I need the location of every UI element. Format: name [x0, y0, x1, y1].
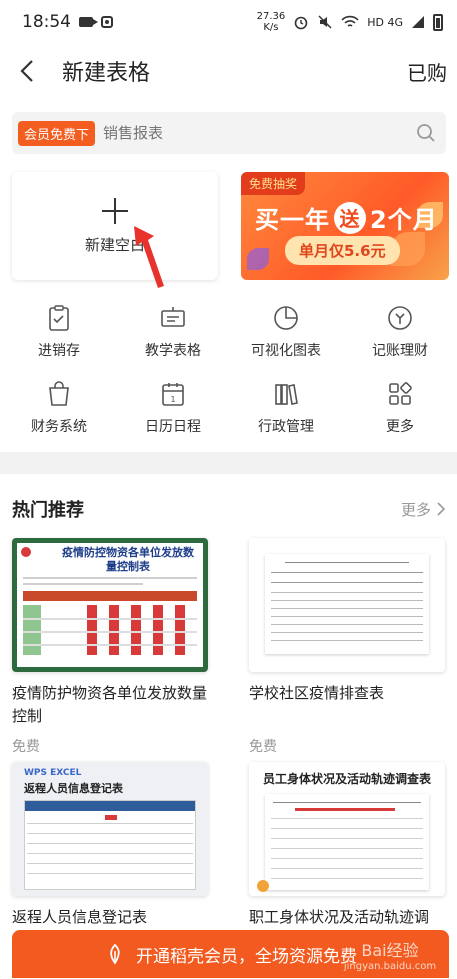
- chevron-right-icon: [437, 502, 445, 516]
- template-card[interactable]: WPS EXCEL 返程人员信息登记表 返程人员信息登记表: [12, 762, 208, 929]
- search-input[interactable]: [103, 124, 412, 142]
- network-speed: 27.36 K/s: [256, 11, 286, 33]
- mute-icon: [318, 15, 332, 29]
- status-bar: 18:54 27.36 K/s HD 4G: [0, 0, 457, 44]
- category-item[interactable]: 教学表格: [116, 304, 230, 360]
- clipboard-check-icon: [49, 305, 69, 331]
- pie-chart-icon: [274, 306, 298, 330]
- promo-headline: 买一年 送 2个月: [255, 200, 438, 235]
- vip-cta-label: 开通稻壳会员，全场资源免费: [136, 946, 357, 967]
- template-card[interactable]: 学校社区疫情排查表 免费: [249, 538, 445, 756]
- category-item[interactable]: 进销存: [2, 304, 116, 360]
- network-type: HD 4G: [367, 15, 403, 29]
- video-recording-icon: [79, 17, 98, 27]
- battery-icon: [433, 13, 443, 31]
- template-title: 职工身体状况及活动轨迹调: [249, 908, 430, 926]
- category-item[interactable]: 1 日历日程: [116, 380, 230, 436]
- page-title: 新建表格: [62, 61, 151, 86]
- search-bar[interactable]: 会员免费下: [12, 112, 446, 154]
- leaf-decoration-icon: [247, 248, 269, 270]
- template-thumbnail: [249, 538, 445, 672]
- promo-banner[interactable]: 免费抽奖 买一年 送 2个月 单月仅5.6元: [241, 172, 449, 280]
- template-title: 疫情防护物资各单位发放数量控制: [12, 684, 208, 725]
- nav-bar: 新建表格 已购: [0, 44, 457, 98]
- books-icon: [275, 384, 298, 405]
- plus-icon: [102, 197, 128, 224]
- category-item[interactable]: 可视化图表: [229, 304, 343, 360]
- template-thumbnail: WPS EXCEL 返程人员信息登记表: [12, 762, 208, 896]
- category-item[interactable]: 更多: [343, 380, 457, 436]
- easel-icon: [161, 307, 185, 327]
- template-card[interactable]: 疫情防控物资各单位发放数量控制表 疫情防护物资各单位发放数量控制 免费: [12, 538, 208, 756]
- promo-subtitle: 单月仅5.6元: [285, 236, 400, 265]
- category-item[interactable]: 记账理财: [343, 304, 457, 360]
- grid-more-icon: [389, 382, 412, 405]
- shopping-bag-icon: [49, 381, 69, 406]
- signal-icon: [412, 16, 424, 28]
- coin-icon: [388, 306, 412, 330]
- category-item[interactable]: 财务系统: [2, 380, 116, 436]
- template-thumbnail: 疫情防控物资各单位发放数量控制表: [12, 538, 208, 672]
- category-item[interactable]: 行政管理: [229, 380, 343, 436]
- purchased-link[interactable]: 已购: [407, 57, 447, 86]
- svg-text:1: 1: [170, 395, 175, 404]
- docer-leaf-icon: [110, 943, 120, 965]
- section-divider: [0, 452, 457, 474]
- arrow-annotation-icon: [134, 226, 164, 288]
- vip-free-badge: 会员免费下: [18, 120, 96, 146]
- more-link[interactable]: 更多: [401, 499, 445, 520]
- section-title: 热门推荐: [12, 500, 84, 521]
- screen-record-icon: [101, 16, 113, 28]
- template-title: 返程人员信息登记表: [12, 908, 148, 926]
- new-blank-button[interactable]: 新建空白: [12, 172, 218, 280]
- back-icon[interactable]: [0, 44, 54, 98]
- template-title: 学校社区疫情排查表: [249, 684, 385, 702]
- vip-cta-button[interactable]: 开通稻壳会员，全场资源免费: [12, 930, 449, 978]
- search-icon[interactable]: [412, 119, 440, 147]
- calendar-icon: 1: [162, 383, 184, 406]
- template-card[interactable]: 员工身体状况及活动轨迹调查表 职工身体状况及活动轨迹调: [249, 762, 445, 929]
- alarm-icon: [294, 16, 308, 30]
- template-price: 免费: [249, 739, 277, 755]
- template-thumbnail: 员工身体状况及活动轨迹调查表: [249, 762, 445, 896]
- clock: 18:54: [22, 12, 71, 32]
- recommend-header: 热门推荐 更多: [12, 496, 445, 522]
- wifi-icon: [341, 15, 359, 27]
- template-price: 免费: [12, 739, 40, 755]
- promo-tag: 免费抽奖: [241, 172, 306, 195]
